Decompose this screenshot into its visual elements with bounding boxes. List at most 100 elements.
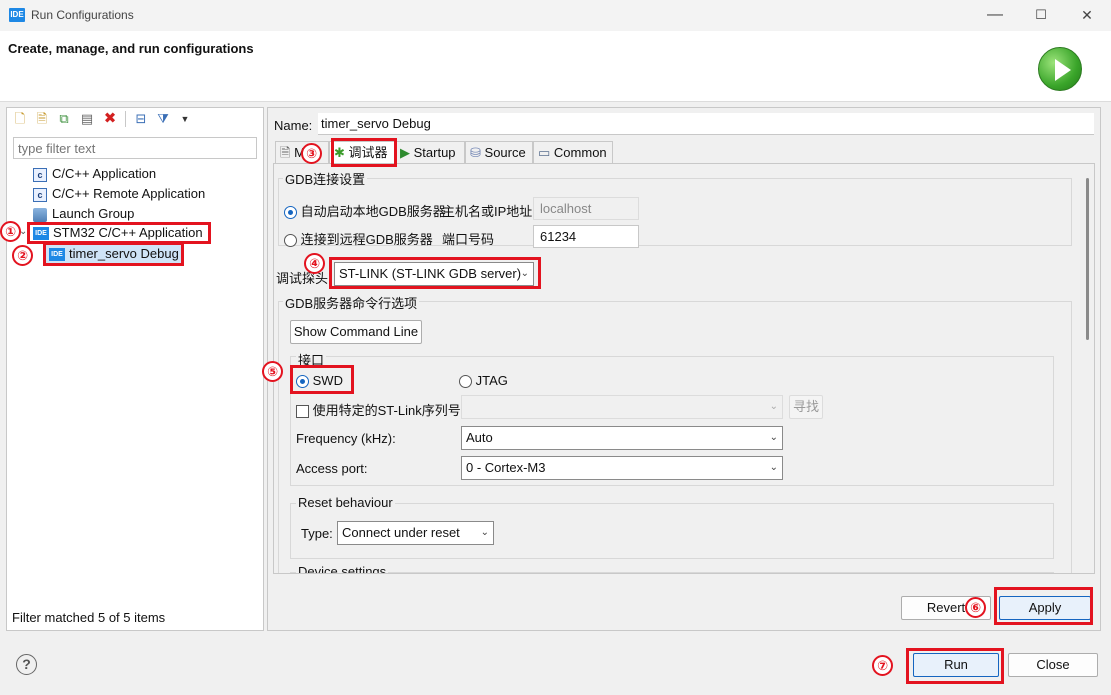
chevron-down-icon: ⌄ (769, 432, 778, 443)
auto-start-radio[interactable] (284, 206, 297, 220)
name-label: Name: (274, 118, 313, 133)
jtag-radio[interactable] (459, 375, 472, 389)
ide-icon: IDE (33, 227, 49, 241)
annotation-box-probe (329, 257, 541, 289)
name-input[interactable]: timer_servo Debug (318, 113, 1094, 135)
annotation-4: ④ (304, 253, 325, 274)
annotation-7: ⑦ (872, 655, 893, 676)
new-config-icon[interactable]: 🗋 (12, 111, 28, 127)
launch-group-icon (33, 207, 47, 222)
tree-item-label: C/C++ Application (52, 166, 157, 181)
tree-item-label: C/C++ Remote Application (52, 186, 206, 201)
duplicate-icon[interactable]: ⧉ (56, 111, 72, 127)
run-icon (1038, 47, 1082, 91)
show-command-line-button[interactable]: Show Command Line (290, 320, 422, 344)
annotation-box-run (906, 648, 1004, 684)
startup-icon: ▶ (400, 145, 410, 160)
c-project-icon: c (33, 187, 47, 202)
new-prototype-icon[interactable]: 🗎 (34, 111, 50, 127)
frequency-select[interactable]: Auto ⌄ (461, 426, 783, 450)
annotation-6: ⑥ (965, 597, 986, 618)
tab-label: Source (484, 145, 526, 160)
host-field: localhost (533, 197, 639, 220)
help-icon[interactable]: ? (16, 654, 37, 675)
tree-item-label: Launch Group (52, 206, 135, 221)
annotation-box-debugger-tab (331, 138, 397, 167)
tab-source[interactable]: ⛁ Source (465, 141, 533, 163)
scrollbar-thumb[interactable] (1086, 178, 1089, 340)
tree-item-cpp-remote-application[interactable]: c C/C++ Remote Application (33, 184, 205, 204)
auto-start-label: 自动启动本地GDB服务器 (300, 204, 446, 219)
remote-radio[interactable] (284, 234, 297, 248)
find-button: 寻找 (789, 395, 823, 419)
annotation-5: ⑤ (262, 361, 283, 382)
tree-item-stm32-application[interactable]: IDE STM32 C/C++ Application (27, 222, 211, 244)
chevron-down-icon: ⌄ (769, 401, 778, 412)
minimize-button[interactable]: — (975, 4, 1015, 26)
annotation-box-swd (290, 365, 354, 394)
tree-item-label: timer_servo Debug (69, 246, 179, 261)
dialog-header: Create, manage, and run configurations (0, 31, 1111, 102)
access-port-label: Access port: (296, 461, 368, 476)
chevron-down-icon: ⌄ (480, 527, 489, 538)
tree-item-label: STM32 C/C++ Application (53, 225, 203, 240)
header-title: Create, manage, and run configurations (8, 41, 254, 56)
device-settings-title: Device settings (296, 564, 389, 573)
filter-input[interactable] (13, 137, 257, 159)
close-button[interactable]: Close (1008, 653, 1098, 677)
host-label: 主机名或IP地址 (442, 204, 533, 219)
tab-common[interactable]: ▭ Common (533, 141, 613, 163)
frequency-label: Frequency (kHz): (296, 431, 396, 446)
app-icon: IDE (9, 8, 25, 22)
reset-type-select[interactable]: Connect under reset ⌄ (337, 521, 494, 545)
ide-icon: IDE (49, 248, 65, 262)
reset-type-label: Type: (301, 526, 333, 541)
common-icon: ▭ (538, 145, 551, 160)
configuration-editor-panel: Name: timer_servo Debug 🗎 Main ✱ 调试器 ▶ S… (267, 107, 1101, 631)
filter-status: Filter matched 5 of 5 items (12, 610, 166, 625)
configuration-list-panel: 🗋 🗎 ⧉ ▤ ✖ ⊟ ⧩ ▼ c C/C++ Application c C/C+… (6, 107, 264, 631)
remote-label: 连接到远程GDB服务器 (300, 232, 433, 247)
annotation-box-apply (994, 587, 1093, 625)
title-bar: IDE Run Configurations — ☐ ✕ (0, 0, 1111, 31)
gdb-server-options-title: GDB服务器命令行选项 (283, 293, 420, 312)
serial-number-checkbox[interactable] (296, 405, 309, 419)
tree-item-timer-servo-debug[interactable]: IDE timer_servo Debug (43, 242, 184, 266)
debugger-tab-content: GDB连接设置 自动启动本地GDB服务器 主机名或IP地址 localhost … (273, 163, 1095, 574)
serial-number-option[interactable]: 使用特定的ST-Link序列号 (296, 400, 461, 419)
close-window-button[interactable]: ✕ (1067, 4, 1107, 26)
tab-label: Startup (413, 145, 456, 160)
access-port-select[interactable]: 0 - Cortex-M3 ⌄ (461, 456, 783, 480)
dropdown-icon[interactable]: ▼ (177, 111, 193, 127)
port-label: 端口号码 (442, 232, 495, 247)
annotation-3: ③ (301, 143, 322, 164)
tree-item-launch-group[interactable]: Launch Group (33, 204, 134, 224)
annotation-1: ① (0, 221, 21, 242)
c-project-icon: c (33, 167, 47, 182)
serial-number-select: ⌄ (461, 395, 783, 419)
gdb-connection-title: GDB连接设置 (283, 169, 368, 188)
collapse-all-icon[interactable]: ⊟ (133, 111, 149, 127)
filter-icon[interactable]: ⧩ (155, 111, 171, 127)
main-icon: 🗎 (280, 145, 291, 160)
tree-item-cpp-application[interactable]: c C/C++ Application (33, 164, 156, 184)
toolbar-separator (125, 111, 126, 127)
window-title: Run Configurations (31, 8, 134, 22)
maximize-button[interactable]: ☐ (1021, 4, 1061, 26)
tab-startup[interactable]: ▶ Startup (395, 141, 465, 163)
delete-icon[interactable]: ✖ (102, 111, 118, 127)
port-field[interactable]: 61234 (533, 225, 639, 248)
reset-behaviour-title: Reset behaviour (296, 495, 395, 510)
remote-option[interactable]: 连接到远程GDB服务器 (284, 229, 433, 248)
jtag-label: JTAG (475, 373, 508, 388)
jtag-option[interactable]: JTAG (459, 373, 508, 389)
chevron-down-icon: ⌄ (769, 462, 778, 473)
access-port-value: 0 - Cortex-M3 (466, 460, 546, 475)
auto-start-option[interactable]: 自动启动本地GDB服务器 (284, 201, 446, 220)
export-icon[interactable]: ▤ (79, 111, 95, 127)
source-icon: ⛁ (470, 145, 481, 160)
serial-number-label: 使用特定的ST-Link序列号 (312, 403, 461, 418)
reset-type-value: Connect under reset (342, 525, 460, 540)
annotation-2: ② (12, 245, 33, 266)
tab-label: Common (553, 145, 607, 160)
